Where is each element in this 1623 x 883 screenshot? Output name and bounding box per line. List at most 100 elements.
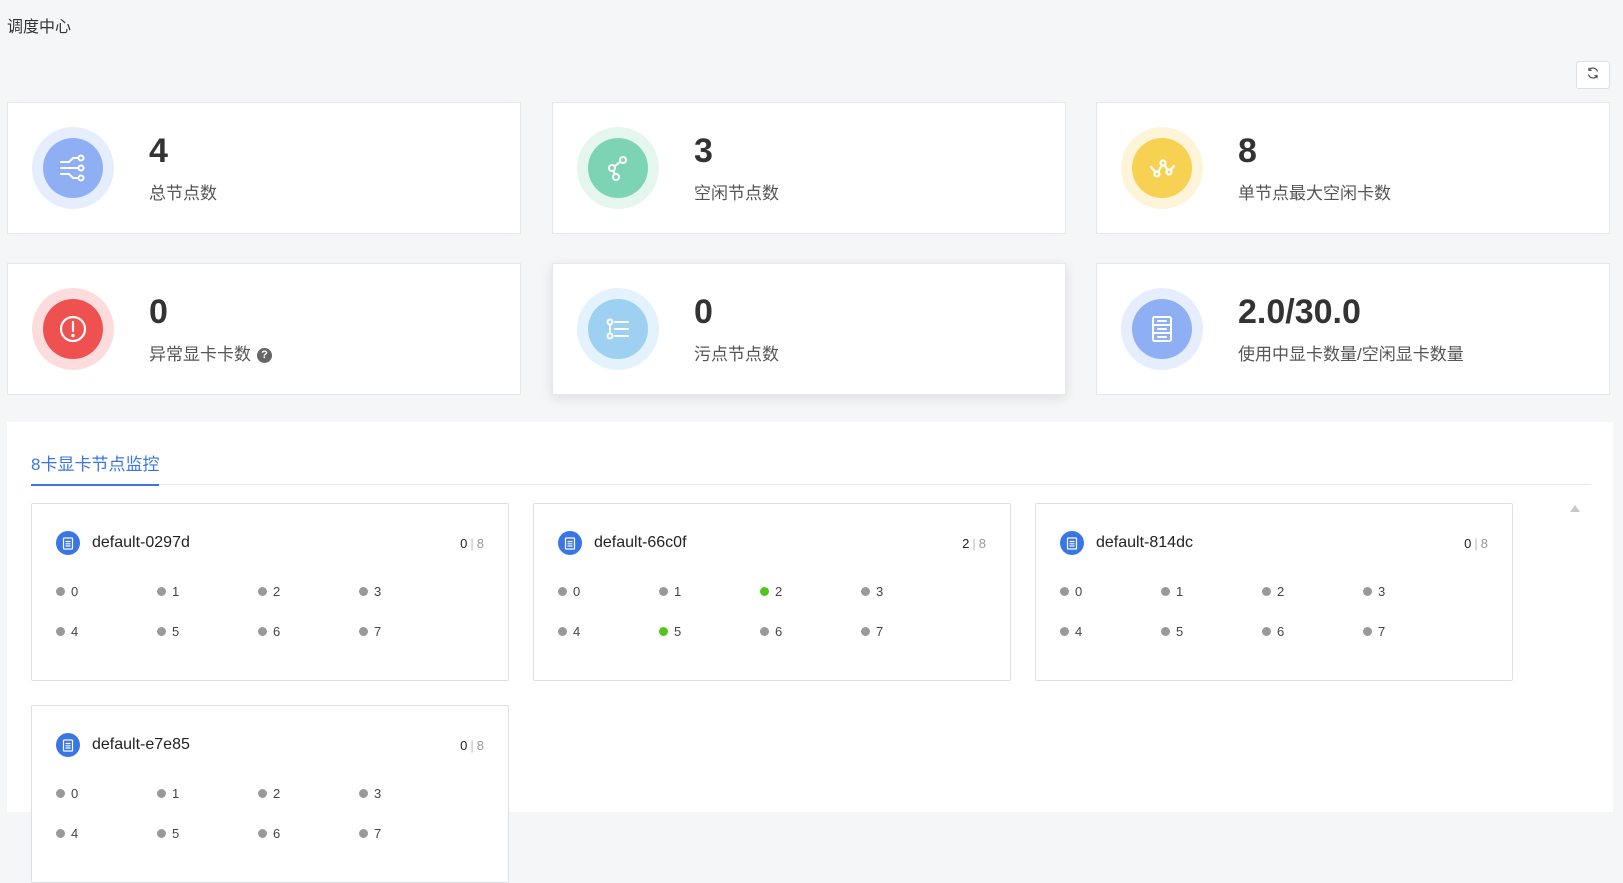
stat-value: 8: [1238, 132, 1257, 170]
gpu-id: 3: [374, 786, 382, 801]
gpu-status-dot: [359, 789, 368, 798]
stat-card-max-idle-cards: 8 单节点最大空闲卡数: [1096, 102, 1610, 234]
node-total-count: 8: [1480, 536, 1488, 551]
gpu-status-dot: [359, 627, 368, 636]
node-card[interactable]: default-0297d 0 | 8 0 1 2 3 4 5 6 7: [31, 503, 509, 681]
gpu-status-dot: [1363, 627, 1372, 636]
gpu-status-0: 0: [558, 584, 580, 599]
gpu-id: 1: [1176, 584, 1184, 599]
gpu-status-dot: [1363, 587, 1372, 596]
node-name: default-e7e85: [92, 736, 190, 753]
gpu-id: 3: [1378, 584, 1386, 599]
stat-value: 0: [694, 293, 713, 331]
node-gpu-count: 2 | 8: [962, 536, 986, 551]
gpu-id: 1: [172, 584, 180, 599]
gpu-id: 4: [1075, 624, 1083, 639]
node-used-count: 0: [460, 536, 468, 551]
node-name: default-0297d: [92, 534, 190, 551]
stat-label-text: 异常显卡卡数: [149, 345, 251, 364]
gpu-status-dot: [56, 789, 65, 798]
gpu-status-0: 0: [1060, 584, 1082, 599]
gpu-status-dot: [1161, 627, 1170, 636]
gpu-status-2: 2: [760, 584, 782, 599]
node-card[interactable]: default-e7e85 0 | 8 0 1 2 3 4 5 6 7: [31, 705, 509, 883]
gpu-status-dot: [157, 789, 166, 798]
gpu-status-2: 2: [1262, 584, 1284, 599]
stat-label: 总节点数: [149, 183, 217, 205]
node-card[interactable]: default-814dc 0 | 8 0 1 2 3 4 5 6 7: [1035, 503, 1513, 681]
gpu-id: 6: [273, 826, 281, 841]
stat-label: 使用中显卡数量/空闲显卡数量: [1238, 344, 1464, 366]
gpu-status-2: 2: [258, 786, 280, 801]
gpu-status-7: 7: [359, 826, 381, 841]
gpu-status-dot: [359, 829, 368, 838]
gpu-status-4: 4: [1060, 624, 1082, 639]
gpu-id: 5: [674, 624, 682, 639]
gpu-status-dot: [1060, 627, 1069, 636]
gpu-status-dot: [56, 627, 65, 636]
count-separator: |: [470, 536, 474, 551]
node-total-count: 8: [978, 536, 986, 551]
stat-value: 2.0/30.0: [1238, 293, 1361, 331]
node-gpu-count: 0 | 8: [1464, 536, 1488, 551]
gpu-status-4: 4: [56, 624, 78, 639]
tab-8-card-gpu-monitor[interactable]: 8卡显卡节点监控: [31, 450, 160, 486]
stat-card-abnormal-cards: 0 异常显卡卡数 ?: [7, 263, 521, 395]
gpu-status-5: 5: [157, 624, 179, 639]
gpu-monitor-panel: 8卡显卡节点监控 default-0297d 0 | 8 0 1 2 3 4 5 6 7 default…: [7, 422, 1613, 883]
line-chart-icon: [1132, 138, 1192, 198]
share-nodes-icon: [588, 138, 648, 198]
document-icon: [558, 531, 582, 555]
gpu-id: 2: [1277, 584, 1285, 599]
stat-card-idle-nodes: 3 空闲节点数: [552, 102, 1066, 234]
gpu-id: 1: [674, 584, 682, 599]
gpu-status-dot: [258, 627, 267, 636]
node-gpu-count: 0 | 8: [460, 738, 484, 753]
scroll-up-arrow[interactable]: [1570, 505, 1580, 512]
gpu-status-5: 5: [157, 826, 179, 841]
gpu-id: 5: [1176, 624, 1184, 639]
gpu-status-5: 5: [659, 624, 681, 639]
help-icon[interactable]: ?: [257, 347, 272, 363]
gpu-id: 0: [1075, 584, 1083, 599]
node-tree-icon: [43, 138, 103, 198]
gpu-status-dot: [258, 587, 267, 596]
gpu-id: 6: [1277, 624, 1285, 639]
stat-label-text: 空闲节点数: [694, 184, 779, 203]
gpu-id: 7: [374, 624, 382, 639]
gpu-status-6: 6: [258, 826, 280, 841]
gpu-status-3: 3: [359, 786, 381, 801]
gpu-id: 3: [374, 584, 382, 599]
node-header: default-66c0f: [558, 531, 687, 555]
gpu-status-6: 6: [258, 624, 280, 639]
gpu-status-dot: [157, 587, 166, 596]
gpu-status-3: 3: [861, 584, 883, 599]
node-card[interactable]: default-66c0f 2 | 8 0 1 2 3 4 5 6 7: [533, 503, 1011, 681]
node-total-count: 8: [476, 738, 484, 753]
stat-card-tainted-nodes: 0 污点节点数: [552, 263, 1066, 395]
gpu-status-7: 7: [359, 624, 381, 639]
gpu-status-dot: [558, 587, 567, 596]
gpu-id: 5: [172, 826, 180, 841]
gpu-id: 2: [273, 786, 281, 801]
page-title: 调度中心: [7, 19, 72, 36]
gpu-status-1: 1: [157, 584, 179, 599]
gpu-id: 0: [71, 786, 79, 801]
gpu-status-7: 7: [1363, 624, 1385, 639]
stat-label: 空闲节点数: [694, 183, 779, 205]
refresh-button[interactable]: [1576, 61, 1610, 89]
gpu-status-2: 2: [258, 584, 280, 599]
stat-value: 3: [694, 132, 713, 170]
stat-value: 0: [149, 293, 168, 331]
gpu-status-3: 3: [359, 584, 381, 599]
gpu-status-5: 5: [1161, 624, 1183, 639]
document-icon: [56, 531, 80, 555]
stat-label: 单节点最大空闲卡数: [1238, 183, 1391, 205]
stat-label-text: 污点节点数: [694, 345, 779, 364]
gpu-status-dot: [760, 627, 769, 636]
node-used-count: 0: [1464, 536, 1472, 551]
gpu-status-4: 4: [558, 624, 580, 639]
gpu-id: 4: [573, 624, 581, 639]
stat-card-total-nodes: 4 总节点数: [7, 102, 521, 234]
gpu-status-7: 7: [861, 624, 883, 639]
